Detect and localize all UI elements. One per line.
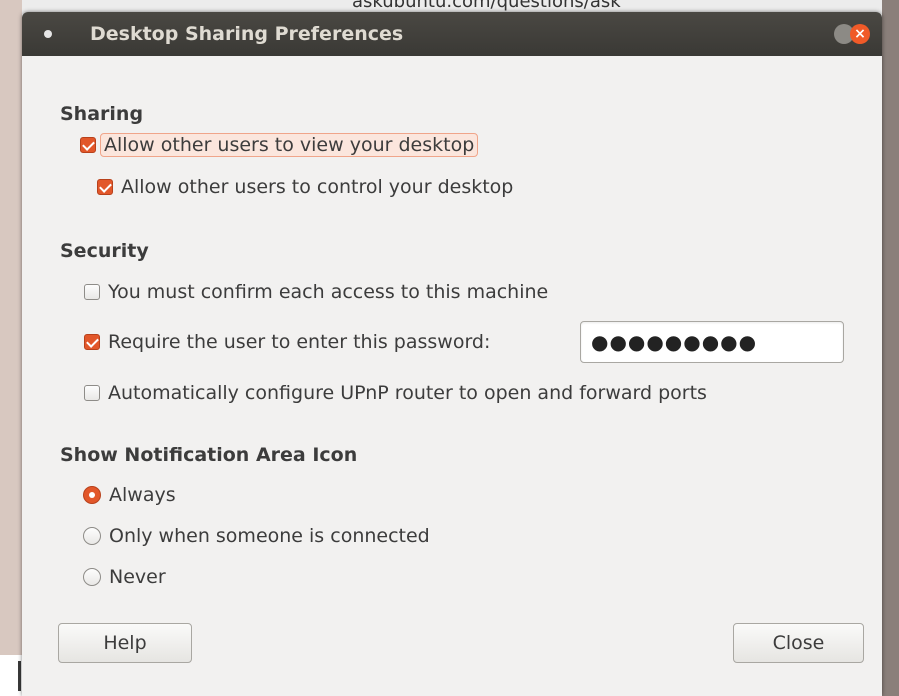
allow-control-label[interactable]: Allow other users to control your deskto…: [121, 176, 513, 198]
background-left-bottom: [0, 655, 22, 696]
upnp-label[interactable]: Automatically configure UPnP router to o…: [108, 382, 707, 404]
allow-control-checkbox-row[interactable]: Allow other users to control your deskto…: [97, 174, 513, 200]
security-section-title: Security: [60, 240, 149, 262]
radio-connected[interactable]: [83, 527, 101, 545]
radio-always-row[interactable]: Always: [83, 482, 176, 508]
help-button[interactable]: Help: [58, 623, 192, 663]
radio-always-label[interactable]: Always: [109, 484, 176, 506]
password-input[interactable]: ●●●●●●●●●: [580, 321, 844, 363]
notification-section-title: Show Notification Area Icon: [60, 444, 358, 466]
require-password-checkbox-row[interactable]: Require the user to enter this password:: [84, 329, 490, 355]
close-button[interactable]: Close: [733, 623, 864, 663]
background-mark: [18, 661, 21, 691]
window-controls: ×: [834, 24, 872, 44]
radio-always[interactable]: [83, 486, 101, 504]
background-url-text: askubuntu.com/questions/ask: [352, 0, 621, 12]
window-title: Desktop Sharing Preferences: [90, 23, 404, 45]
confirm-access-checkbox[interactable]: [84, 284, 100, 300]
close-window-icon[interactable]: ×: [850, 24, 870, 44]
dialog-window: Desktop Sharing Preferences × Sharing Al…: [22, 12, 882, 696]
radio-never-label[interactable]: Never: [109, 566, 166, 588]
radio-connected-label[interactable]: Only when someone is connected: [109, 525, 430, 547]
radio-connected-row[interactable]: Only when someone is connected: [83, 523, 430, 549]
require-password-label[interactable]: Require the user to enter this password:: [108, 331, 490, 353]
allow-view-checkbox-row[interactable]: Allow other users to view your desktop: [80, 132, 479, 158]
radio-never-row[interactable]: Never: [83, 564, 166, 590]
title-bar[interactable]: Desktop Sharing Preferences ×: [22, 12, 882, 56]
sharing-section-title: Sharing: [60, 103, 144, 125]
radio-never[interactable]: [83, 568, 101, 586]
background-right: [882, 0, 899, 696]
window-menu-icon[interactable]: [44, 30, 52, 38]
background-left: [0, 0, 22, 696]
allow-control-checkbox[interactable]: [97, 179, 113, 195]
upnp-checkbox[interactable]: [84, 385, 100, 401]
confirm-access-label[interactable]: You must confirm each access to this mac…: [108, 281, 548, 303]
dialog-content: Sharing Allow other users to view your d…: [22, 56, 882, 696]
upnp-checkbox-row[interactable]: Automatically configure UPnP router to o…: [84, 380, 707, 406]
allow-view-label[interactable]: Allow other users to view your desktop: [100, 133, 479, 157]
allow-view-checkbox[interactable]: [80, 137, 96, 153]
require-password-checkbox[interactable]: [84, 334, 100, 350]
confirm-access-checkbox-row[interactable]: You must confirm each access to this mac…: [84, 279, 548, 305]
